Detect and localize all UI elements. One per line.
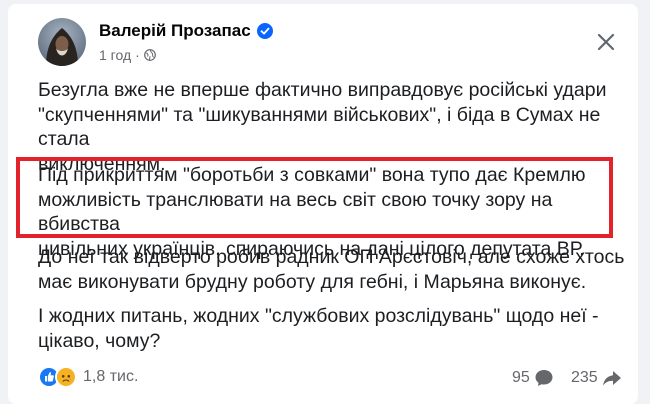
- post-meta: 1 год ·: [99, 47, 156, 63]
- reactions-count: 1,8 тис.: [83, 368, 139, 385]
- close-icon: [596, 32, 616, 52]
- post-paragraph: До неї так відверто робив радник ОП Арєс…: [38, 246, 625, 293]
- shares-count: 235: [571, 369, 598, 386]
- post-timestamp[interactable]: 1 год: [99, 47, 131, 63]
- author-name-link[interactable]: Валерій Прозапас: [99, 21, 273, 41]
- author-name: Валерій Прозапас: [99, 21, 251, 40]
- shares-button[interactable]: 235: [571, 368, 622, 388]
- sad-reaction-icon: [55, 366, 77, 388]
- meta-separator: ·: [135, 47, 140, 63]
- comments-button[interactable]: 95: [512, 368, 554, 388]
- post-footer: 1,8 тис. 95 235: [38, 362, 628, 392]
- comments-count: 95: [512, 369, 530, 386]
- reactions-summary[interactable]: 1,8 тис.: [38, 366, 138, 388]
- globe-icon: [143, 49, 156, 61]
- author-avatar[interactable]: [38, 18, 86, 66]
- verified-badge-icon: [256, 23, 273, 39]
- post-header: Валерій Прозапас 1 год ·: [8, 4, 638, 74]
- post-paragraph: І жодних питань, жодних "службових розсл…: [38, 305, 599, 352]
- post-card: Валерій Прозапас 1 год · Безугла вже не …: [8, 4, 638, 404]
- close-button[interactable]: [588, 24, 624, 60]
- share-icon: [602, 368, 622, 388]
- comment-icon: [534, 368, 554, 388]
